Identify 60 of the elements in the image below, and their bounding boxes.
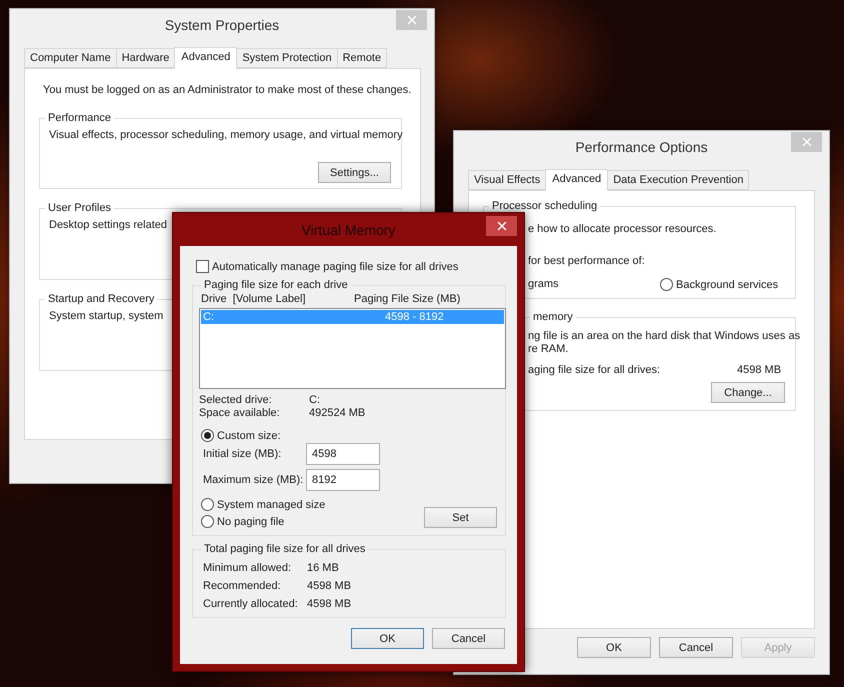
set-button[interactable]: Set (424, 507, 497, 528)
group-label: Total paging file size for all drives (203, 542, 366, 556)
change-button[interactable]: Change... (711, 382, 785, 403)
notice-text: You must be logged on as an Administrator to make most of these changes. (43, 84, 412, 97)
column-header: Paging File Size (MB) (354, 293, 462, 306)
tab[interactable]: Advanced (174, 47, 238, 69)
drive-letter: C: (203, 310, 215, 324)
total-value: 4598 MB (307, 598, 352, 611)
total-value: 16 MB (307, 562, 340, 575)
group-description: Desktop settings related (49, 219, 168, 232)
tab[interactable]: Computer Name (24, 48, 117, 68)
custom-size-radio[interactable]: Custom size: (201, 429, 281, 442)
group-label: Startup and Recovery (47, 292, 156, 306)
background-services-radio[interactable]: Background services (660, 278, 778, 291)
group-label: User Profiles (47, 201, 112, 215)
column-header: Drive [Volume Label] (201, 293, 307, 306)
size-option-radio[interactable]: No paging file (201, 515, 326, 528)
tab[interactable]: Data Execution Prevention (607, 170, 750, 190)
tab[interactable]: Advanced (545, 169, 608, 191)
window-title: Virtual Memory (302, 222, 396, 238)
info-label: Space available: (199, 407, 281, 420)
total-label: Minimum allowed: (202, 562, 292, 575)
field-label: Maximum size (MB): (202, 474, 304, 486)
size-option-radio[interactable]: System managed size (201, 498, 326, 511)
tab[interactable]: Remote (336, 48, 388, 68)
close-button[interactable] (486, 216, 517, 236)
dialog-button[interactable]: Cancel (659, 637, 733, 658)
tab[interactable]: Visual Effects (468, 170, 546, 190)
paging-size: 4598 - 8192 (385, 310, 445, 324)
group-description: System startup, system (49, 310, 164, 323)
window-title: System Properties (164, 16, 280, 32)
total-label: Recommended: (202, 580, 282, 593)
total-value: 4598 MB (307, 580, 352, 593)
field-label: Initial size (MB): (202, 448, 282, 460)
description-text: e how to allocate processor resources. (528, 223, 716, 236)
dialog-button[interactable]: Cancel (432, 628, 505, 649)
group-label: Paging file size for each drive (203, 278, 349, 292)
info-label: Selected drive: (199, 394, 273, 407)
total-label: aging file size for all drives: (528, 364, 662, 377)
prompt-text: for best performance of: (528, 255, 645, 268)
size-input[interactable]: 4598 (306, 443, 380, 465)
group-label: memory (532, 310, 574, 324)
group-label: Performance (47, 111, 112, 125)
settings-button[interactable]: Settings... (318, 162, 391, 183)
dialog-button[interactable]: OK (351, 628, 424, 649)
tab[interactable]: Hardware (116, 48, 176, 68)
total-value: 4598 MB (737, 364, 782, 377)
option-label: grams (528, 278, 560, 291)
dialog-button[interactable]: OK (577, 637, 651, 658)
size-input[interactable]: 8192 (306, 469, 380, 491)
group-description: Visual effects, processor scheduling, memory usage, and virtual memory (49, 129, 403, 142)
description-text: re RAM. (528, 343, 568, 356)
auto-manage-checkbox[interactable]: Automatically manage paging file size for all drives (196, 260, 458, 273)
total-label: Currently allocated: (202, 598, 299, 611)
window-title: Performance Options (575, 138, 708, 154)
info-value: C: (309, 394, 321, 407)
group-label: Processor scheduling (491, 199, 598, 213)
description-text: ng file is an area on the hard disk that Windows uses as (528, 330, 800, 343)
tab[interactable]: System Protection (236, 48, 338, 68)
info-value: 492524 MB (309, 407, 366, 420)
